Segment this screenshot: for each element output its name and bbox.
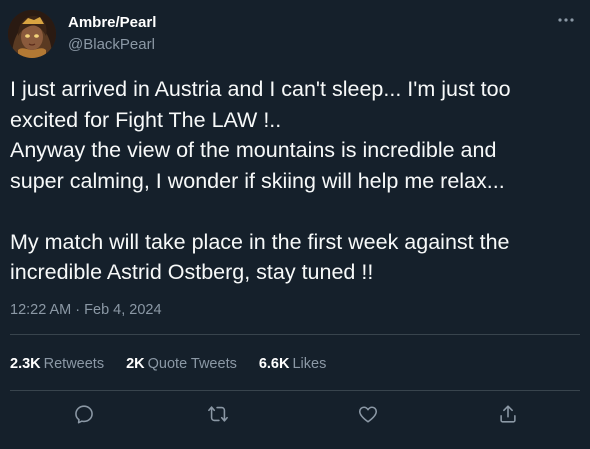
likes-stat[interactable]: 6.6K Likes	[259, 354, 327, 374]
share-button[interactable]	[494, 400, 522, 428]
tweet-date[interactable]: Feb 4, 2024	[84, 302, 161, 318]
heart-icon	[358, 406, 378, 423]
retweet-icon	[208, 406, 228, 422]
timestamp-separator: ·	[71, 302, 85, 318]
quote-tweets-label: Quote Tweets	[147, 356, 237, 372]
tweet-card: Ambre/Pearl @BlackPearl I just arrived i…	[0, 0, 590, 449]
more-options-button[interactable]	[554, 10, 578, 30]
avatar[interactable]	[8, 10, 56, 58]
like-button[interactable]	[354, 400, 382, 428]
tweet-line	[10, 196, 578, 227]
quote-tweets-stat[interactable]: 2K Quote Tweets	[126, 354, 237, 374]
display-name[interactable]: Ambre/Pearl	[68, 13, 156, 33]
retweets-stat[interactable]: 2.3K Retweets	[10, 354, 104, 374]
avatar-image	[8, 10, 56, 58]
tweet-line: incredible Astrid Ostberg, stay tuned !!	[10, 260, 374, 284]
tweet-time[interactable]: 12:22 AM	[10, 302, 71, 318]
retweets-count: 2.3K	[10, 356, 41, 372]
tweet-line: excited for Fight The LAW !..	[10, 107, 282, 132]
tweet-line: My match will take place in the first we…	[10, 229, 510, 254]
tweet-timestamp: 12:22 AM · Feb 4, 2024	[10, 300, 162, 320]
user-handle[interactable]: @BlackPearl	[68, 35, 156, 55]
tweet-text: I just arrived in Austria and I can't sl…	[10, 74, 578, 288]
more-horizontal-icon	[558, 18, 574, 22]
reply-icon	[75, 405, 93, 424]
likes-label: Likes	[292, 356, 327, 372]
tweet-line: I just arrived in Austria and I can't sl…	[10, 77, 511, 101]
tweet-actions	[0, 400, 590, 428]
divider	[10, 334, 580, 335]
tweet-line: super calming, I wonder if skiing will h…	[10, 168, 505, 193]
user-info: Ambre/Pearl @BlackPearl	[68, 13, 156, 55]
quote-tweets-count: 2K	[126, 356, 145, 372]
retweets-label: Retweets	[43, 356, 105, 372]
share-icon	[500, 405, 516, 423]
retweet-button[interactable]	[204, 400, 232, 428]
tweet-line: Anyway the view of the mountains is incr…	[10, 138, 497, 162]
tweet-stats: 2.3K Retweets 2K Quote Tweets 6.6K Likes	[10, 354, 348, 374]
likes-count: 6.6K	[258, 356, 290, 372]
reply-button[interactable]	[70, 400, 98, 428]
divider	[10, 390, 580, 391]
